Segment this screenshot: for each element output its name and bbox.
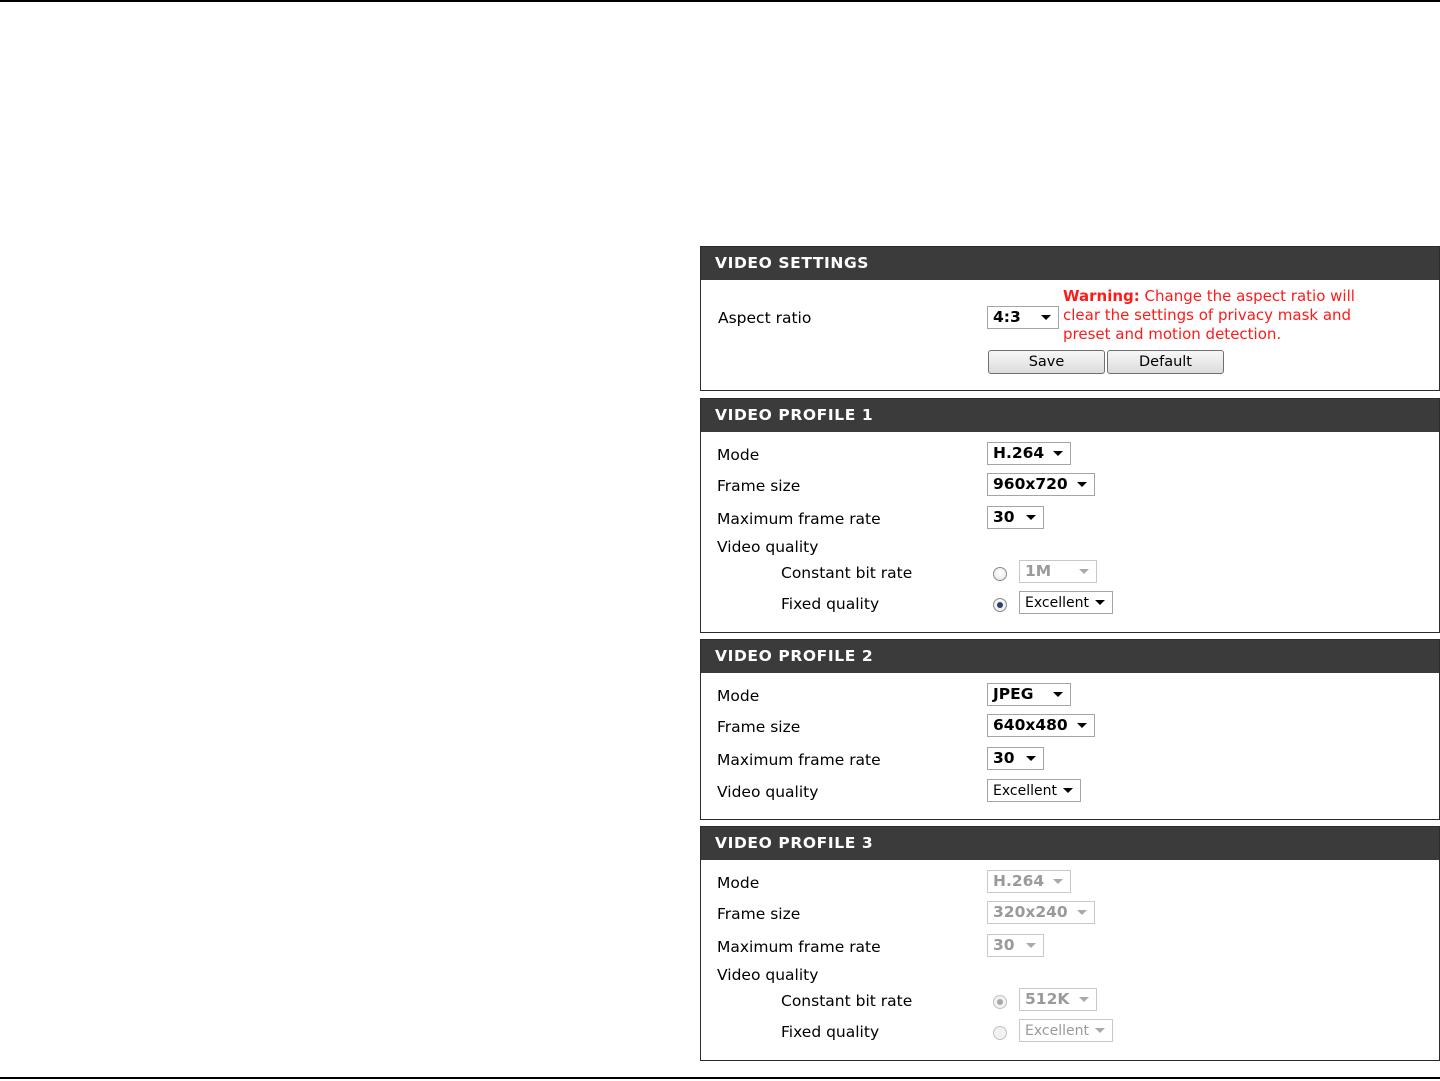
video-profile-2-header: VIDEO PROFILE 2: [701, 640, 1439, 673]
video-settings-header: VIDEO SETTINGS: [701, 247, 1439, 280]
video-profile-3-header: VIDEO PROFILE 3: [701, 827, 1439, 860]
mode-select[interactable]: H.264: [987, 870, 1071, 893]
cbr-value: 512K: [1025, 990, 1070, 1008]
chevron-down-icon: [1026, 756, 1036, 761]
chevron-down-icon: [1063, 788, 1073, 793]
chevron-down-icon: [1079, 997, 1089, 1002]
frame-size-select[interactable]: 960x720: [987, 473, 1095, 496]
max-frame-rate-value: 30: [993, 508, 1015, 526]
mode-value: JPEG: [993, 685, 1034, 703]
cbr-label: Constant bit rate: [781, 992, 913, 1010]
frame-size-value: 960x720: [993, 475, 1068, 493]
cbr-select[interactable]: 512K: [1019, 988, 1097, 1011]
chevron-down-icon: [1077, 723, 1087, 728]
chevron-down-icon: [1095, 1028, 1105, 1033]
max-frame-rate-label: Maximum frame rate: [717, 510, 881, 528]
fixed-quality-label: Fixed quality: [781, 595, 880, 613]
chevron-down-icon: [1079, 569, 1089, 574]
cbr-select[interactable]: 1M: [1019, 560, 1097, 583]
aspect-ratio-label: Aspect ratio: [718, 309, 812, 327]
video-profile-3-section: VIDEO PROFILE 3 Mode H.264 Frame size 32…: [700, 826, 1440, 1061]
video-profile-2-section: VIDEO PROFILE 2 Mode JPEG Frame size 640…: [700, 639, 1440, 820]
mode-select[interactable]: JPEG: [987, 683, 1071, 706]
max-frame-rate-label: Maximum frame rate: [717, 938, 881, 956]
aspect-ratio-value: 4:3: [993, 308, 1021, 326]
frame-size-select[interactable]: 320x240: [987, 901, 1095, 924]
max-frame-rate-select[interactable]: 30: [987, 747, 1044, 770]
video-settings-section: VIDEO SETTINGS Aspect ratio 4:3 Warning:…: [700, 246, 1440, 391]
warning-label: Warning:: [1063, 287, 1140, 305]
fixed-quality-radio[interactable]: [993, 1026, 1007, 1040]
chevron-down-icon: [1053, 879, 1063, 884]
bottom-rule: [0, 1077, 1440, 1079]
mode-value: H.264: [993, 872, 1045, 890]
fixed-quality-value: Excellent: [1025, 1023, 1089, 1039]
video-quality-label: Video quality: [717, 783, 819, 801]
max-frame-rate-select[interactable]: 30: [987, 506, 1044, 529]
fixed-quality-select[interactable]: Excellent: [1019, 591, 1113, 614]
cbr-radio[interactable]: [993, 995, 1007, 1009]
max-frame-rate-select[interactable]: 30: [987, 934, 1044, 957]
max-frame-rate-value: 30: [993, 749, 1015, 767]
frame-size-label: Frame size: [717, 718, 801, 736]
frame-size-select[interactable]: 640x480: [987, 714, 1095, 737]
chevron-down-icon: [1077, 482, 1087, 487]
chevron-down-icon: [1041, 315, 1051, 320]
fixed-quality-select[interactable]: Excellent: [1019, 1019, 1113, 1042]
aspect-ratio-warning: Warning: Change the aspect ratio will cl…: [1063, 287, 1393, 344]
fixed-quality-radio[interactable]: [993, 598, 1007, 612]
max-frame-rate-label: Maximum frame rate: [717, 751, 881, 769]
mode-label: Mode: [717, 446, 760, 464]
frame-size-label: Frame size: [717, 905, 801, 923]
cbr-label: Constant bit rate: [781, 564, 913, 582]
cbr-value: 1M: [1025, 562, 1052, 580]
video-quality-select[interactable]: Excellent: [987, 779, 1081, 802]
frame-size-value: 640x480: [993, 716, 1068, 734]
fixed-quality-label: Fixed quality: [781, 1023, 880, 1041]
chevron-down-icon: [1026, 515, 1036, 520]
video-quality-label: Video quality: [717, 966, 819, 984]
chevron-down-icon: [1077, 910, 1087, 915]
mode-select[interactable]: H.264: [987, 442, 1071, 465]
video-settings-body: Aspect ratio 4:3 Warning: Change the asp…: [701, 280, 1439, 390]
fixed-quality-value: Excellent: [1025, 595, 1089, 611]
chevron-down-icon: [1053, 451, 1063, 456]
video-profile-1-header: VIDEO PROFILE 1: [701, 399, 1439, 432]
aspect-ratio-select[interactable]: 4:3: [987, 306, 1059, 329]
mode-label: Mode: [717, 687, 760, 705]
chevron-down-icon: [1026, 943, 1036, 948]
video-profile-1-section: VIDEO PROFILE 1 Mode H.264 Frame size 96…: [700, 398, 1440, 633]
video-quality-value: Excellent: [993, 783, 1057, 799]
save-button[interactable]: Save: [988, 350, 1105, 374]
default-button[interactable]: Default: [1107, 350, 1224, 374]
max-frame-rate-value: 30: [993, 936, 1015, 954]
top-rule: [0, 0, 1440, 2]
mode-label: Mode: [717, 874, 760, 892]
mode-value: H.264: [993, 444, 1045, 462]
chevron-down-icon: [1053, 692, 1063, 697]
video-quality-label: Video quality: [717, 538, 819, 556]
cbr-radio[interactable]: [993, 567, 1007, 581]
frame-size-label: Frame size: [717, 477, 801, 495]
frame-size-value: 320x240: [993, 903, 1068, 921]
chevron-down-icon: [1095, 600, 1105, 605]
